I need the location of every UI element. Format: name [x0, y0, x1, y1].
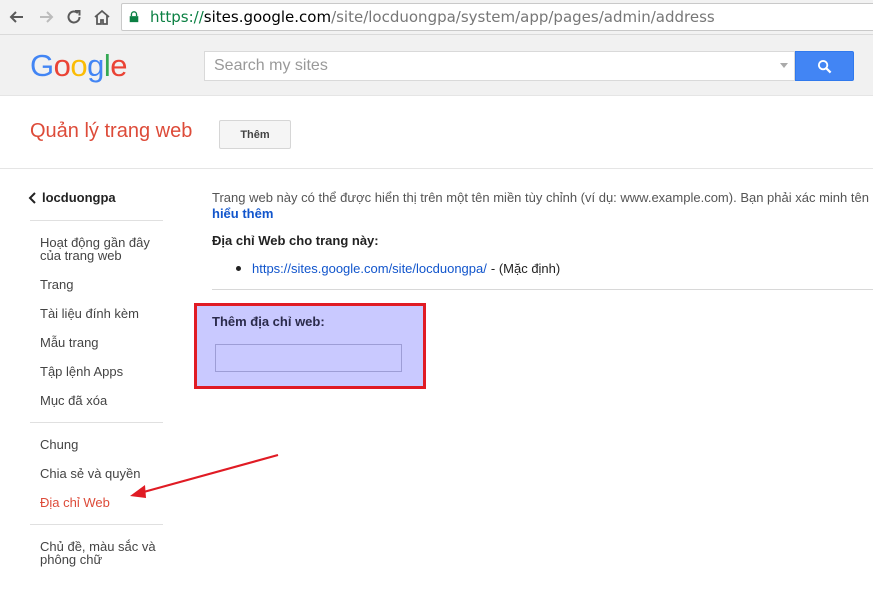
sidebar-item-page-templates[interactable]: Mẫu trang [40, 336, 165, 349]
add-web-address-input[interactable] [215, 344, 402, 372]
search-icon [817, 59, 832, 73]
divider [212, 289, 873, 290]
site-address-link[interactable]: https://sites.google.com/site/locduongpa… [252, 261, 487, 276]
arrow-right-icon [40, 11, 54, 23]
sidebar-item-themes-colors-fonts[interactable]: Chủ đề, màu sắc và phông chữ [40, 540, 165, 566]
url-path: /site/locduongpa/system/app/pages/admin/… [331, 8, 715, 26]
sidebar-item-attachments[interactable]: Tài liệu đính kèm [40, 307, 165, 320]
sidebar-back-site-link[interactable]: locduongpa [28, 190, 116, 205]
learn-more-link[interactable]: hiểu thêm [212, 206, 273, 221]
search-dropdown-caret-icon[interactable] [780, 63, 788, 68]
back-button[interactable] [6, 6, 28, 28]
sidebar-divider [30, 220, 163, 221]
reload-button[interactable] [63, 6, 85, 28]
home-icon [94, 9, 110, 25]
divider [0, 168, 873, 169]
add-web-address-label: Thêm địa chỉ web: [212, 314, 325, 329]
sidebar-item-deleted-items[interactable]: Mục đã xóa [40, 394, 165, 407]
list-item: https://sites.google.com/site/locduongpa… [236, 261, 560, 276]
web-address-heading: Địa chỉ Web cho trang này: [212, 233, 379, 248]
forward-button[interactable] [35, 6, 57, 28]
sidebar-item-pages[interactable]: Trang [40, 278, 165, 291]
bullet-icon [236, 266, 241, 271]
page-title: Quản lý trang web [30, 120, 193, 142]
add-web-address-panel: Thêm địa chỉ web: [194, 303, 426, 389]
url-host: sites.google.com [203, 8, 332, 26]
chevron-left-icon [28, 191, 36, 204]
url-scheme: https:// [150, 8, 204, 26]
google-logo[interactable]: Google [30, 48, 128, 84]
arrow-left-icon [9, 11, 23, 23]
browser-toolbar: https://sites.google.com/site/locduongpa… [0, 0, 873, 35]
annotation-arrow-icon [130, 453, 279, 498]
default-label: - (Mặc định) [490, 261, 561, 276]
home-button[interactable] [91, 6, 113, 28]
site-name: locduongpa [42, 190, 116, 205]
google-header: Google Search my sites [0, 35, 873, 96]
intro-text: Trang web này có thể được hiển thị trên … [212, 190, 869, 205]
reload-icon [67, 10, 81, 24]
sidebar-item-recent-activity[interactable]: Hoạt động gần đây của trang web [40, 236, 165, 262]
search-input[interactable]: Search my sites [204, 51, 795, 81]
address-bar[interactable]: https://sites.google.com/site/locduongpa… [121, 3, 873, 31]
add-button[interactable]: Thêm [219, 120, 291, 149]
sidebar-item-apps-scripts[interactable]: Tập lệnh Apps [40, 365, 165, 378]
sidebar-divider [30, 422, 163, 423]
lock-icon [128, 10, 142, 24]
sidebar-divider [30, 524, 163, 525]
search-button[interactable] [795, 51, 854, 81]
